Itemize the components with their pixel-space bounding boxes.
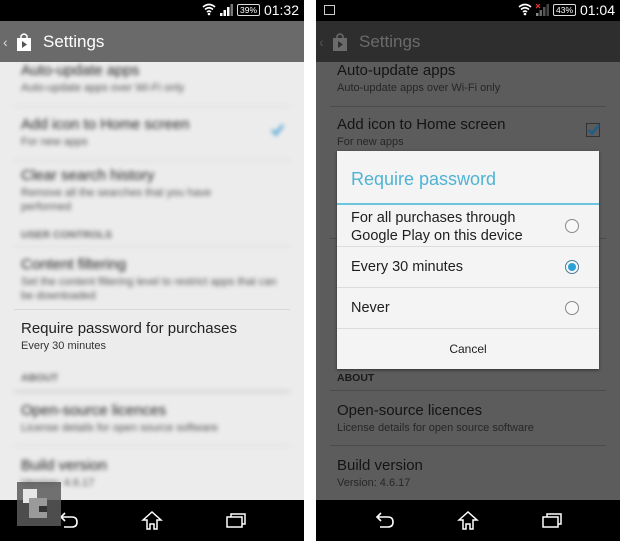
divider bbox=[330, 390, 606, 391]
require-password-dialog: Require password For all purchases throu… bbox=[337, 151, 599, 369]
pref-auto-update[interactable]: Auto-update apps Auto-update apps over W… bbox=[21, 62, 290, 95]
watermark-logo bbox=[17, 482, 61, 526]
option-all-purchases[interactable]: For all purchases through Google Play on… bbox=[337, 205, 599, 247]
option-label: For all purchases through Google Play on… bbox=[351, 210, 523, 244]
pref-summary: Version: 4.6.17 bbox=[337, 477, 411, 489]
pref-title: Build version bbox=[21, 457, 107, 474]
pref-title: Open-source licences bbox=[21, 402, 167, 419]
divider bbox=[14, 309, 290, 310]
pref-content-filtering[interactable]: Content filtering Set the content filter… bbox=[21, 256, 290, 303]
divider bbox=[14, 445, 290, 446]
page-title: Settings bbox=[359, 31, 421, 51]
home-icon[interactable] bbox=[457, 510, 479, 530]
radio-unselected[interactable] bbox=[565, 219, 579, 233]
pref-summary: Remove all the searches that you have pe… bbox=[21, 187, 212, 213]
pref-summary: Every 30 minutes bbox=[21, 340, 106, 352]
category-about: ABOUT bbox=[337, 372, 375, 384]
pref-summary: License details for open source software bbox=[337, 422, 534, 434]
recent-apps-icon[interactable] bbox=[541, 510, 563, 530]
play-store-icon[interactable] bbox=[330, 32, 350, 52]
clock: 01:32 bbox=[263, 2, 299, 18]
clock: 01:04 bbox=[579, 2, 615, 18]
play-store-icon[interactable] bbox=[14, 32, 34, 52]
pref-title: Clear search history bbox=[21, 167, 155, 184]
pref-summary: Auto-update apps over Wi-Fi only bbox=[337, 82, 501, 94]
recent-apps-icon[interactable] bbox=[225, 510, 247, 530]
battery-indicator: 43% bbox=[552, 4, 576, 16]
pref-auto-update[interactable]: Auto-update apps Auto-update apps over W… bbox=[337, 62, 606, 95]
pref-summary: For new apps bbox=[337, 136, 404, 148]
dialog-title: Require password bbox=[351, 169, 497, 189]
pref-title: Content filtering bbox=[21, 256, 127, 273]
pref-build-version[interactable]: Build version Version: 4.6.17 bbox=[21, 457, 290, 490]
action-bar: ‹ Settings bbox=[0, 21, 304, 62]
pref-summary: License details for open source software bbox=[21, 422, 218, 434]
cancel-button[interactable]: Cancel bbox=[337, 329, 599, 369]
status-bar: 43% 01:04 bbox=[316, 0, 620, 21]
back-icon[interactable] bbox=[58, 510, 80, 530]
pref-title: Open-source licences bbox=[337, 402, 483, 419]
wifi-icon bbox=[202, 3, 216, 16]
pref-summary: Auto-update apps over Wi-Fi only bbox=[21, 82, 185, 94]
radio-selected[interactable] bbox=[565, 260, 579, 274]
pref-licences[interactable]: Open-source licences License details for… bbox=[21, 402, 290, 435]
pref-title: Require password for purchases bbox=[21, 320, 237, 337]
divider bbox=[14, 106, 290, 107]
add-icon-checkbox[interactable] bbox=[586, 123, 600, 137]
navigation-bar bbox=[316, 500, 620, 541]
category-user-controls: USER CONTROLS bbox=[21, 229, 113, 241]
up-navigation-icon[interactable]: ‹ bbox=[319, 34, 327, 50]
action-bar: ‹ Settings bbox=[316, 21, 620, 62]
pref-title: Build version bbox=[337, 457, 423, 474]
category-about: ABOUT bbox=[21, 372, 59, 384]
up-navigation-icon[interactable]: ‹ bbox=[3, 34, 11, 50]
option-never[interactable]: Never bbox=[337, 288, 599, 329]
settings-list: Auto-update apps Auto-update apps over W… bbox=[0, 62, 304, 500]
phone-screen-left: 39% 01:32 ‹ Settings Auto-update apps Au… bbox=[0, 0, 304, 541]
battery-indicator: 39% bbox=[236, 4, 260, 16]
signal-icon bbox=[536, 4, 549, 16]
divider bbox=[14, 246, 290, 247]
page-title: Settings bbox=[43, 31, 105, 51]
pref-licences[interactable]: Open-source licences License details for… bbox=[337, 402, 606, 435]
home-icon[interactable] bbox=[141, 510, 163, 530]
pref-require-password[interactable]: Require password for purchases Every 30 … bbox=[21, 320, 290, 353]
back-icon[interactable] bbox=[374, 510, 396, 530]
option-every-30-minutes[interactable]: Every 30 minutes bbox=[337, 247, 599, 288]
add-icon-checkbox[interactable] bbox=[270, 123, 284, 137]
phone-screen-right: 43% 01:04 ‹ Settings Auto-update apps Au… bbox=[316, 0, 620, 541]
image-notification-icon bbox=[324, 5, 335, 15]
pref-title: Auto-update apps bbox=[337, 62, 456, 79]
pref-summary: Set the content filtering level to restr… bbox=[21, 276, 277, 302]
divider bbox=[14, 160, 290, 161]
pref-build-version[interactable]: Build version Version: 4.6.17 bbox=[337, 457, 606, 490]
pref-title: Add icon to Home screen bbox=[337, 116, 506, 133]
pref-title: Add icon to Home screen bbox=[21, 116, 190, 133]
signal-icon bbox=[220, 4, 233, 16]
divider bbox=[330, 106, 606, 107]
pref-title: Auto-update apps bbox=[21, 62, 140, 79]
pref-summary: Version: 4.6.17 bbox=[21, 477, 95, 489]
pref-summary: For new apps bbox=[21, 136, 88, 148]
radio-unselected[interactable] bbox=[565, 301, 579, 315]
option-label: Every 30 minutes bbox=[351, 259, 464, 275]
divider bbox=[14, 390, 290, 393]
pref-add-icon[interactable]: Add icon to Home screen For new apps bbox=[21, 116, 290, 149]
wifi-icon bbox=[518, 3, 532, 16]
divider bbox=[330, 445, 606, 446]
pref-add-icon[interactable]: Add icon to Home screen For new apps bbox=[337, 116, 606, 149]
status-bar: 39% 01:32 bbox=[0, 0, 304, 21]
pref-clear-history[interactable]: Clear search history Remove all the sear… bbox=[21, 167, 290, 214]
option-label: Never bbox=[351, 300, 390, 316]
